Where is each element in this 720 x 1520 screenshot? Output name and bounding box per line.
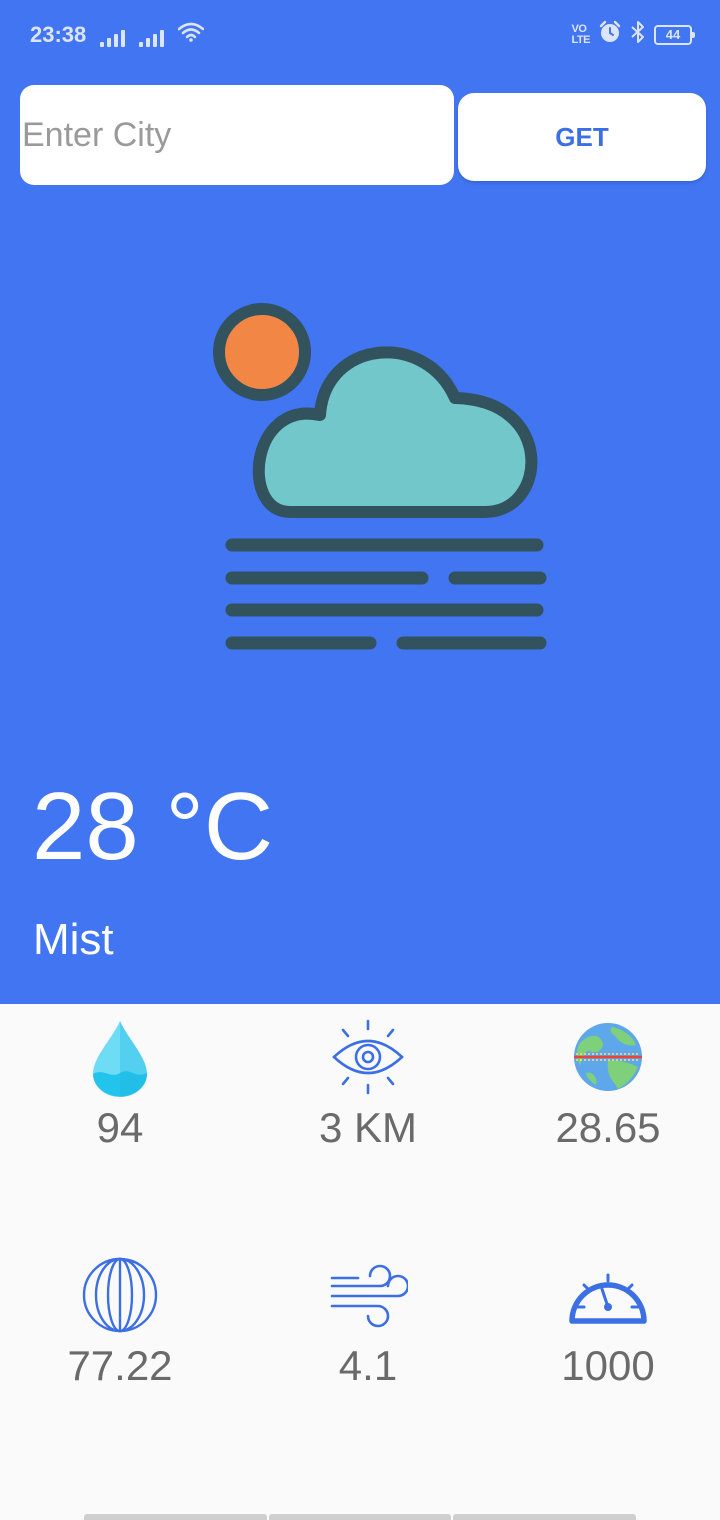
humidity-value: 94	[96, 1104, 144, 1151]
bluetooth-icon	[630, 20, 646, 49]
pressure-value: 1000	[561, 1342, 655, 1389]
visibility-eye-icon	[330, 1012, 406, 1102]
status-time: 23:38	[30, 22, 87, 47]
wind-card: 4.1	[248, 1250, 488, 1390]
latitude-value: 28.65	[555, 1104, 661, 1151]
navigation-handle[interactable]	[84, 1514, 637, 1520]
latitude-card: 28.65	[488, 1012, 720, 1152]
wifi-icon	[177, 22, 205, 47]
longitude-value: 77.22	[67, 1342, 173, 1389]
signal-icon	[100, 27, 125, 47]
wind-value: 4.1	[338, 1342, 398, 1389]
visibility-value: 3 KM	[318, 1104, 418, 1151]
weather-header-panel: 23:38 VO LTE 44 Enter City GET 28 °C Mis…	[0, 0, 720, 1004]
volte-icon: VO LTE	[571, 22, 591, 46]
status-left-icons	[100, 22, 205, 47]
alarm-icon	[598, 20, 622, 49]
wind-icon	[328, 1250, 408, 1340]
temperature-value: 28 °C	[32, 773, 274, 880]
get-weather-button[interactable]: GET	[458, 93, 706, 181]
humidity-drop-icon	[90, 1012, 150, 1102]
battery-level: 44	[665, 27, 681, 42]
visibility-card: 3 KM	[248, 1012, 488, 1152]
weather-description: Mist	[33, 915, 114, 964]
signal-icon	[139, 27, 164, 47]
longitude-card: 77.22	[0, 1250, 240, 1390]
pressure-gauge-icon	[568, 1250, 648, 1340]
longitude-sphere-icon	[81, 1250, 159, 1340]
pressure-card: 1000	[488, 1250, 720, 1390]
latitude-globe-icon	[572, 1012, 644, 1102]
status-bar: 23:38 VO LTE 44	[0, 0, 720, 70]
mist-cloud-sun-icon	[200, 290, 560, 670]
city-input[interactable]	[20, 85, 454, 185]
status-right-icons: VO LTE 44	[571, 20, 695, 49]
humidity-card: 94	[0, 1012, 240, 1152]
battery-icon: 44	[654, 24, 695, 45]
